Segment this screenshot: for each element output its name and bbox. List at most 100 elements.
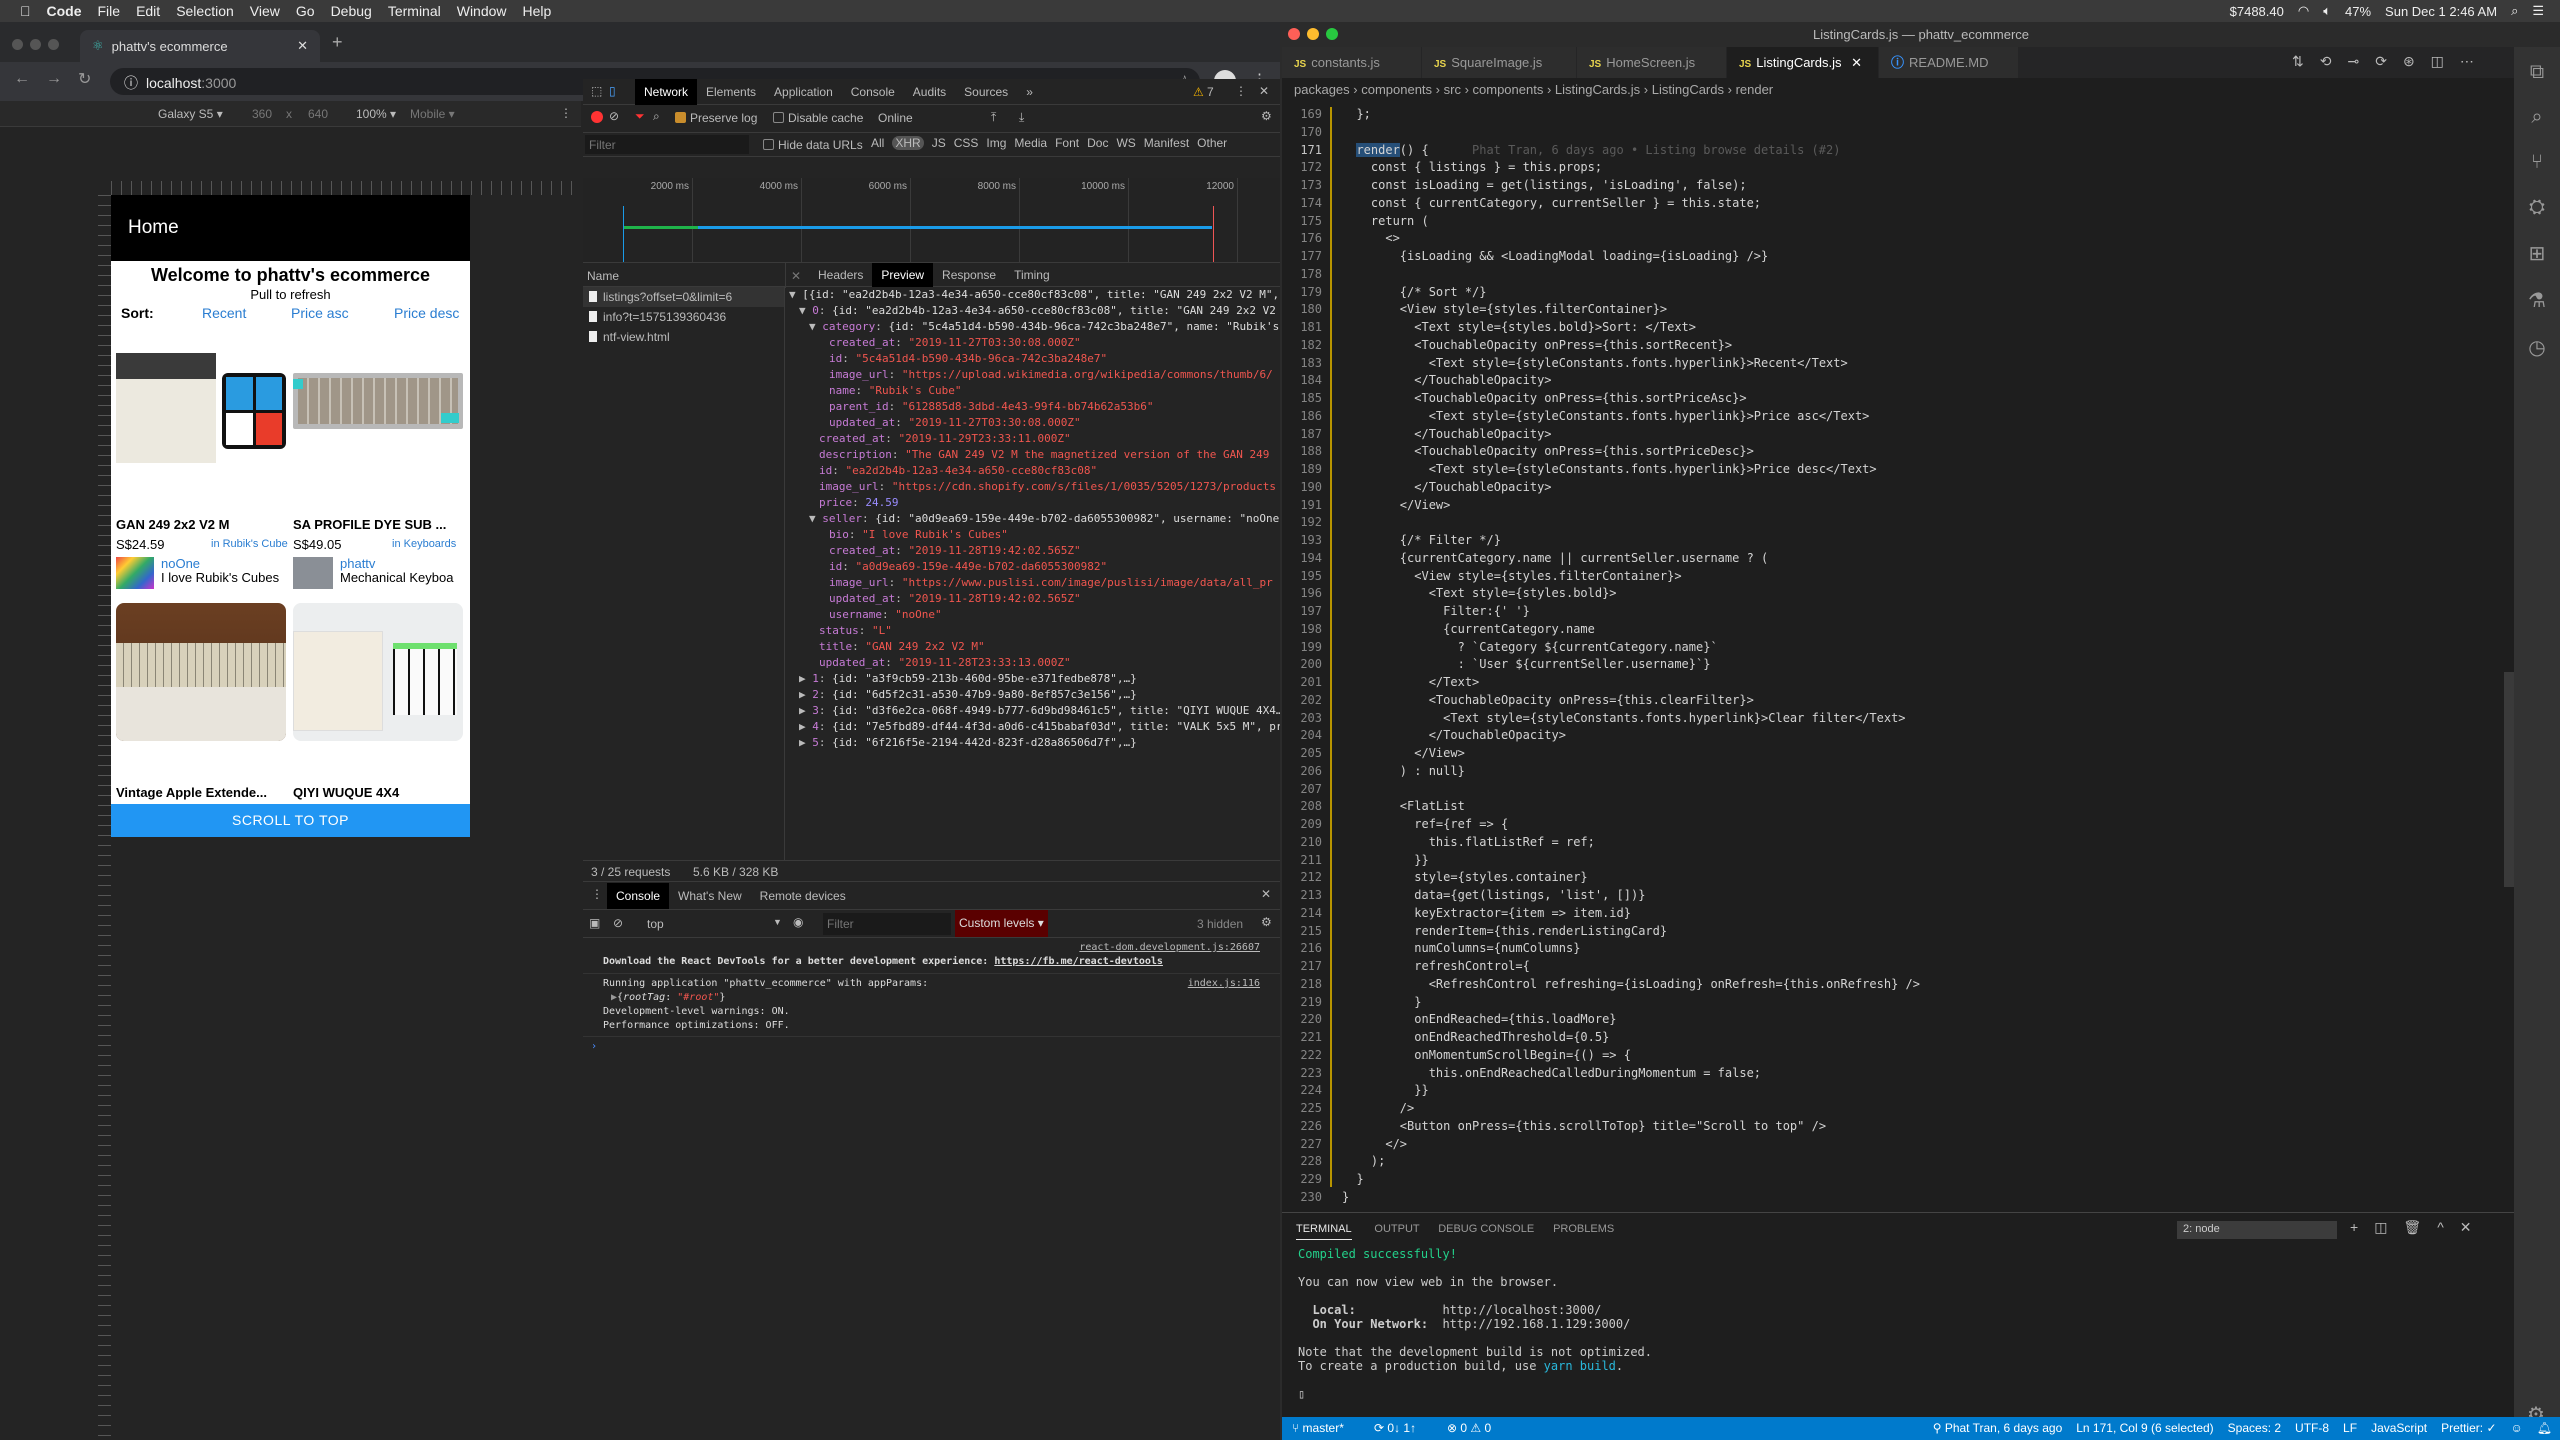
source-control-icon[interactable]: ⑂ — [2531, 151, 2543, 174]
menu-selection[interactable]: Selection — [176, 3, 234, 19]
problems-indicator[interactable]: ⊗ 0 ⚠ 0 — [1447, 1417, 1491, 1440]
drawer-tab-remote-devices[interactable]: Remote devices — [751, 883, 855, 909]
devtools-tab-network[interactable]: Network — [635, 79, 698, 105]
code-line[interactable]: onEndReachedThreshold={0.5} — [1342, 1030, 1609, 1044]
code-line[interactable]: </TouchableOpacity> — [1342, 373, 1551, 387]
devtools-tab-elements[interactable]: Elements — [697, 79, 765, 105]
code-line[interactable]: </View> — [1342, 498, 1451, 512]
close-window-icon[interactable] — [1288, 28, 1300, 40]
forward-icon[interactable]: → — [46, 70, 62, 88]
back-icon[interactable]: ← — [14, 70, 30, 88]
panel-tab-terminal[interactable]: TERMINAL — [1296, 1223, 1352, 1240]
devtools-menu-icon[interactable]: ⋮ — [1235, 84, 1247, 98]
name-column-header[interactable]: Name — [587, 269, 619, 283]
listing-title[interactable]: Vintage Apple Extende... — [116, 785, 267, 800]
request-row[interactable]: info?t=1575139360436 — [583, 307, 784, 327]
code-line[interactable]: const { currentCategory, currentSeller }… — [1342, 196, 1761, 210]
code-line[interactable]: <TouchableOpacity onPress={this.clearFil… — [1342, 693, 1754, 707]
split-terminal-icon[interactable]: ◫ — [2374, 1219, 2387, 1236]
browser-tab[interactable]: ⚛ phattv's ecommerce ✕ — [80, 30, 320, 62]
new-tab-icon[interactable]: + — [332, 32, 343, 53]
split-editor-icon[interactable]: ◫ — [2431, 53, 2444, 70]
git-blame-annotation[interactable]: Phat Tran, 6 days ago • Listing browse d… — [1472, 143, 1840, 157]
line-ending[interactable]: LF — [2343, 1417, 2357, 1440]
code-line[interactable]: /> — [1342, 1101, 1414, 1115]
open-changes-icon[interactable]: ⇅ — [2292, 53, 2304, 70]
menu-app-name[interactable]: Code — [47, 3, 82, 19]
code-line[interactable]: } — [1342, 995, 1421, 1009]
network-timeline[interactable]: 2000 ms 4000 ms 6000 ms 8000 ms 10000 ms 1200… — [583, 178, 1280, 262]
code-line[interactable]: {/* Sort */} — [1342, 285, 1487, 299]
menu-help[interactable]: Help — [523, 3, 552, 19]
close-panel-icon[interactable]: ✕ — [2460, 1219, 2472, 1236]
code-line[interactable]: <Text style={styleConstants.fonts.hyperl… — [1342, 711, 1905, 725]
expand-arrow-icon[interactable]: ▼ — [789, 288, 802, 301]
type-filter-img[interactable]: Img — [986, 136, 1006, 150]
panel-tab-output[interactable]: OUTPUT — [1374, 1223, 1419, 1235]
prettier-status[interactable]: Prettier: ✓ — [2441, 1417, 2496, 1440]
type-filter-doc[interactable]: Doc — [1087, 136, 1108, 150]
code-line[interactable]: <TouchableOpacity onPress={this.sortPric… — [1342, 391, 1746, 405]
code-line[interactable]: <Text style={styleConstants.fonts.hyperl… — [1342, 409, 1870, 423]
record-icon[interactable] — [591, 111, 603, 123]
new-terminal-icon[interactable]: + — [2350, 1219, 2358, 1236]
menu-window[interactable]: Window — [457, 3, 507, 19]
device-toggle-icon[interactable]: ▯ — [609, 84, 616, 98]
code-line[interactable]: </> — [1342, 1137, 1407, 1151]
expandable-object[interactable]: ▶{rootTag: "#root"} — [603, 991, 1260, 1005]
seller-avatar[interactable] — [293, 557, 333, 589]
notification-center-icon[interactable]: ☰ — [2532, 3, 2544, 19]
code-line[interactable]: this.onEndReachedCalledDuringMomentum = … — [1342, 1066, 1761, 1080]
device-select[interactable]: Galaxy S5 ▾ — [158, 107, 223, 121]
close-tab-icon[interactable]: ✕ — [1848, 55, 1862, 70]
type-filter-other[interactable]: Other — [1197, 136, 1227, 150]
code-line[interactable]: Filter:{' '} — [1342, 604, 1530, 618]
request-row[interactable]: ntf-view.html — [583, 327, 784, 347]
code-line[interactable]: <Text style={styles.bold}> — [1342, 586, 1617, 600]
code-editor[interactable]: 169 }; 170 171 render() {Phat Tran, 6 days… — [1282, 101, 2504, 1212]
type-filter-font[interactable]: Font — [1055, 136, 1079, 150]
preview-line[interactable]: ▶ 4: {id: "7e5fbd89-df44-4f3d-a0d6-c415b… — [785, 719, 1280, 735]
export-har-icon[interactable]: ⤓ — [1019, 110, 1024, 125]
detail-tab-timing[interactable]: Timing — [1005, 263, 1059, 287]
sort-recent-link[interactable]: Recent — [202, 305, 246, 321]
listing-image[interactable] — [116, 603, 286, 741]
live-expression-eye-icon[interactable]: ◉ — [793, 915, 803, 929]
code-line[interactable]: } — [1342, 1172, 1363, 1186]
code-line[interactable]: <TouchableOpacity onPress={this.sortRece… — [1342, 338, 1732, 352]
expand-arrow-icon[interactable]: ▶ — [799, 672, 812, 685]
editor-tab-listingcards-js[interactable]: JS ListingCards.js ✕ — [1727, 47, 1879, 78]
encoding[interactable]: UTF-8 — [2295, 1417, 2329, 1440]
code-line[interactable]: ); — [1342, 1154, 1385, 1168]
console-filter-input[interactable] — [823, 913, 951, 935]
clear-console-icon[interactable]: ⊘ — [613, 916, 623, 930]
code-line[interactable]: </TouchableOpacity> — [1342, 728, 1566, 742]
expand-arrow-icon[interactable]: ▼ — [799, 304, 812, 317]
apple-icon[interactable]:  — [20, 3, 31, 19]
terminal-select[interactable]: 2: node — [2177, 1221, 2337, 1239]
scroll-to-top-button[interactable]: SCROLL TO TOP — [111, 804, 470, 837]
expand-arrow-icon[interactable]: ▼ — [809, 320, 822, 333]
code-line[interactable]: render() { — [1342, 142, 1429, 157]
device-height[interactable]: 640 — [308, 107, 328, 121]
code-line[interactable]: <Text style={styleConstants.fonts.hyperl… — [1342, 356, 1848, 370]
seller-name-link[interactable]: phattv — [340, 556, 375, 571]
battery-percent[interactable]: 47% — [2345, 4, 2371, 19]
preview-line[interactable]: ▶ 3: {id: "d3f6e2ca-068f-4949-b777-6d9bd… — [785, 703, 1280, 719]
code-line[interactable]: ref={ref => { — [1342, 817, 1508, 831]
code-line[interactable]: }} — [1342, 1083, 1428, 1097]
volume-icon[interactable]: 🔈︎ — [2323, 3, 2331, 19]
inspect-element-icon[interactable]: ⬚ — [591, 84, 602, 98]
devtools-tab-sources[interactable]: Sources — [955, 79, 1017, 105]
close-devtools-icon[interactable]: ✕ — [1259, 84, 1269, 98]
spotlight-search-icon[interactable]: ⌕ — [2511, 3, 2518, 19]
code-line[interactable]: </TouchableOpacity> — [1342, 427, 1551, 441]
code-line[interactable]: <RefreshControl refreshing={isLoading} o… — [1342, 977, 1920, 991]
maximize-window-icon[interactable] — [1326, 28, 1338, 40]
devtools-tab-console[interactable]: Console — [842, 79, 904, 105]
warning-icon[interactable]: ⚠ — [1193, 85, 1204, 99]
indentation[interactable]: Spaces: 2 — [2228, 1417, 2281, 1440]
type-filter-css[interactable]: CSS — [954, 136, 979, 150]
menu-file[interactable]: File — [98, 3, 121, 19]
code-line[interactable]: <Text style={styleConstants.fonts.hyperl… — [1342, 462, 1877, 476]
